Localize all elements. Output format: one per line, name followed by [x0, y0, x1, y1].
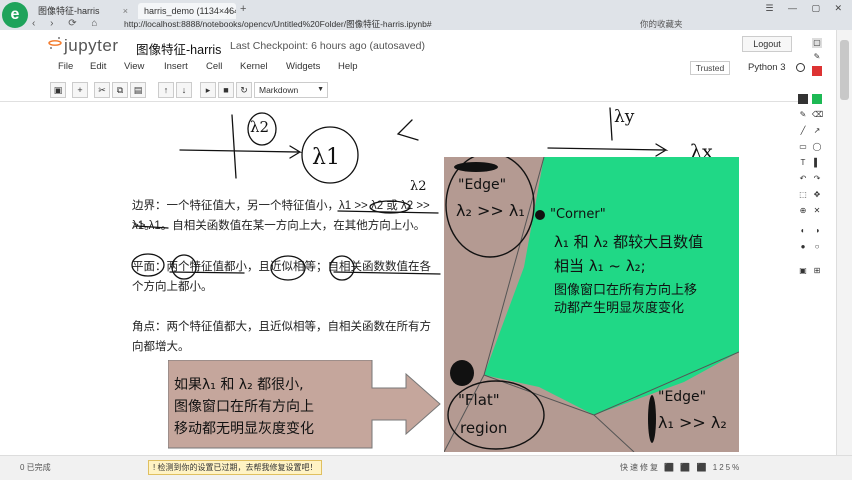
hand-circle — [171, 254, 197, 280]
hand-stroke — [231, 114, 237, 179]
hand-lambda2-mid-text: λ2 — [410, 179, 427, 194]
hand-lambda2-text: λ2 — [250, 118, 269, 136]
edge-top-formula: λ₂ >> λ₁ — [456, 201, 525, 220]
screen: { "browser": { "tab1_title": "图像特征-harri… — [0, 0, 852, 480]
edge-right-label: "Edge" — [658, 389, 707, 405]
hand-stroke — [609, 107, 613, 141]
edge-ellipse-right — [648, 395, 656, 443]
hand-underline — [135, 225, 169, 229]
corner-text-4: 动都产生明显灰度变化 — [554, 301, 685, 316]
hand-lambda-y-text: λy — [614, 107, 635, 127]
corner-label: "Corner" — [550, 207, 606, 222]
flat-box-line1: 如果λ₁ 和 λ₂ 都很小, — [174, 377, 304, 393]
status-bar: 0 已完成 ! 检测到你的设置已过期，去帮我修复设置吧！ 快速修复 ⬛ ⬛ ⬛ … — [0, 455, 852, 480]
corner-text-2: 相当 λ₁ ~ λ₂; — [554, 257, 646, 275]
hand-underline — [169, 271, 245, 274]
hand-arrow — [179, 145, 303, 159]
edge-right-formula: λ₁ >> λ₂ — [658, 413, 727, 432]
harris-figure: "Edge" λ₂ >> λ₁ "Corner" λ₁ 和 λ₂ 都较大且数值 … — [443, 152, 740, 453]
corner-text-1: λ₁ 和 λ₂ 都较大且数值 — [554, 233, 704, 251]
flat-label: "Flat" — [458, 391, 500, 409]
flat-box-line2: 图像窗口在所有方向上 — [174, 399, 314, 415]
hand-underline — [333, 271, 441, 275]
hand-arrow-x — [547, 143, 669, 157]
flat-box-line3: 移动都无明显灰度变化 — [174, 421, 314, 437]
flat-dot — [450, 360, 474, 386]
corner-dot — [535, 210, 545, 220]
flat-region-label: region — [460, 419, 508, 437]
hand-lt — [396, 119, 419, 141]
hand-circle — [329, 255, 355, 281]
corner-text-3: 图像窗口在所有方向上移 — [554, 283, 698, 298]
status-right[interactable]: 快速修复 ⬛ ⬛ ⬛ 125% — [620, 462, 741, 473]
hand-circle — [369, 200, 411, 214]
status-warning[interactable]: ! 检测到你的设置已过期，去帮我修复设置吧！ — [148, 460, 323, 475]
hand-circle — [270, 255, 306, 281]
edge-top-label: "Edge" — [458, 177, 507, 193]
status-text: 0 已完成 — [20, 463, 51, 472]
hand-lambda1-text: λ1 — [312, 145, 340, 170]
hand-circle — [131, 253, 165, 277]
